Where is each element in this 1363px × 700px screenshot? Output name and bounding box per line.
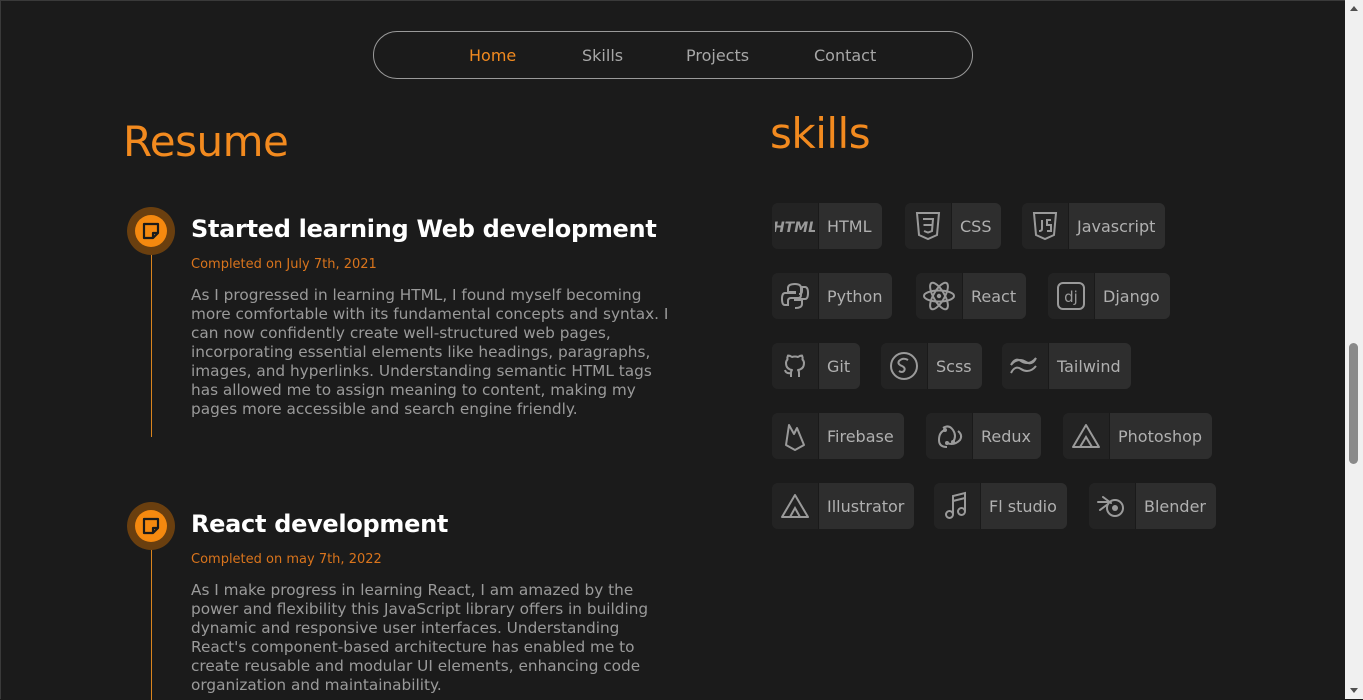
sticky-note-icon: [142, 517, 160, 535]
skill-label: HTML: [819, 203, 882, 249]
skill-label: Blender: [1136, 483, 1216, 529]
skill-scss: Scss: [881, 343, 982, 389]
sticky-note-icon: [142, 222, 160, 240]
illustrator-icon: [772, 483, 819, 529]
svg-text:HTML: HTML: [775, 220, 815, 236]
svg-text:dj: dj: [1064, 288, 1078, 306]
skill-label: Django: [1095, 273, 1170, 319]
skill-label: Fl studio: [981, 483, 1067, 529]
firebase-icon: [772, 413, 819, 459]
timeline-marker: [127, 207, 175, 255]
entry-title: Started learning Web development: [191, 215, 657, 243]
skill-label: React: [963, 273, 1027, 319]
nav-contact-link[interactable]: Contact: [814, 46, 876, 66]
skill-label: Python: [819, 273, 893, 319]
entry-description: As I make progress in learning React, I …: [191, 581, 649, 694]
timeline-line: [151, 251, 152, 437]
skill-javascript: Javascript: [1022, 203, 1166, 249]
entry-description: As I progressed in learning HTML, I foun…: [191, 286, 669, 418]
blender-icon: [1089, 483, 1136, 529]
python-icon: [772, 273, 819, 319]
skill-react: React: [916, 273, 1027, 319]
skill-html: HTML HTML: [772, 203, 882, 249]
skill-label: Firebase: [819, 413, 904, 459]
entry-title: React development: [191, 510, 449, 538]
sass-icon: [881, 343, 928, 389]
scroll-up-arrow-icon[interactable]: [1350, 6, 1358, 11]
scroll-down-arrow-icon[interactable]: [1350, 688, 1358, 693]
vertical-scrollbar[interactable]: [1345, 0, 1363, 699]
entry-date: Completed on may 7th, 2022: [191, 552, 382, 567]
page: Home Skills Projects Contact Resume Star…: [0, 0, 1345, 700]
skill-git: Git: [772, 343, 861, 389]
timeline-marker: [127, 502, 175, 550]
skills-heading: skills: [770, 109, 871, 158]
skill-python: Python: [772, 273, 893, 319]
skill-label: Scss: [928, 343, 982, 389]
photoshop-icon: [1063, 413, 1110, 459]
skill-tailwind: Tailwind: [1002, 343, 1131, 389]
skill-illustrator: Illustrator: [772, 483, 915, 529]
nav-projects-link[interactable]: Projects: [686, 46, 749, 66]
skill-label: CSS: [952, 203, 1002, 249]
music-note-icon: [934, 483, 981, 529]
react-icon: [916, 273, 963, 319]
github-icon: [772, 343, 819, 389]
skill-label: Redux: [973, 413, 1042, 459]
resume-heading: Resume: [123, 117, 289, 166]
skill-label: Git: [819, 343, 861, 389]
tailwind-icon: [1002, 343, 1049, 389]
skill-label: Illustrator: [819, 483, 915, 529]
django-icon: dj: [1048, 273, 1095, 319]
skill-firebase: Firebase: [772, 413, 904, 459]
skill-label: Javascript: [1069, 203, 1166, 249]
scrollbar-thumb[interactable]: [1349, 343, 1358, 464]
html-icon: HTML: [772, 203, 819, 249]
skill-fl-studio: Fl studio: [934, 483, 1067, 529]
skill-label: Photoshop: [1110, 413, 1213, 459]
nav-home-link[interactable]: Home: [469, 46, 516, 66]
nav-skills-link[interactable]: Skills: [582, 46, 623, 66]
skill-redux: Redux: [926, 413, 1042, 459]
skill-label: Tailwind: [1049, 343, 1131, 389]
skill-blender: Blender: [1089, 483, 1216, 529]
skill-css: CSS: [905, 203, 1002, 249]
entry-date: Completed on July 7th, 2021: [191, 257, 377, 272]
skill-django: dj Django: [1048, 273, 1170, 319]
top-navigation: Home Skills Projects Contact: [373, 31, 973, 79]
skill-photoshop: Photoshop: [1063, 413, 1213, 459]
redux-icon: [926, 413, 973, 459]
css3-icon: [905, 203, 952, 249]
javascript-icon: [1022, 203, 1069, 249]
timeline-line: [151, 546, 152, 700]
